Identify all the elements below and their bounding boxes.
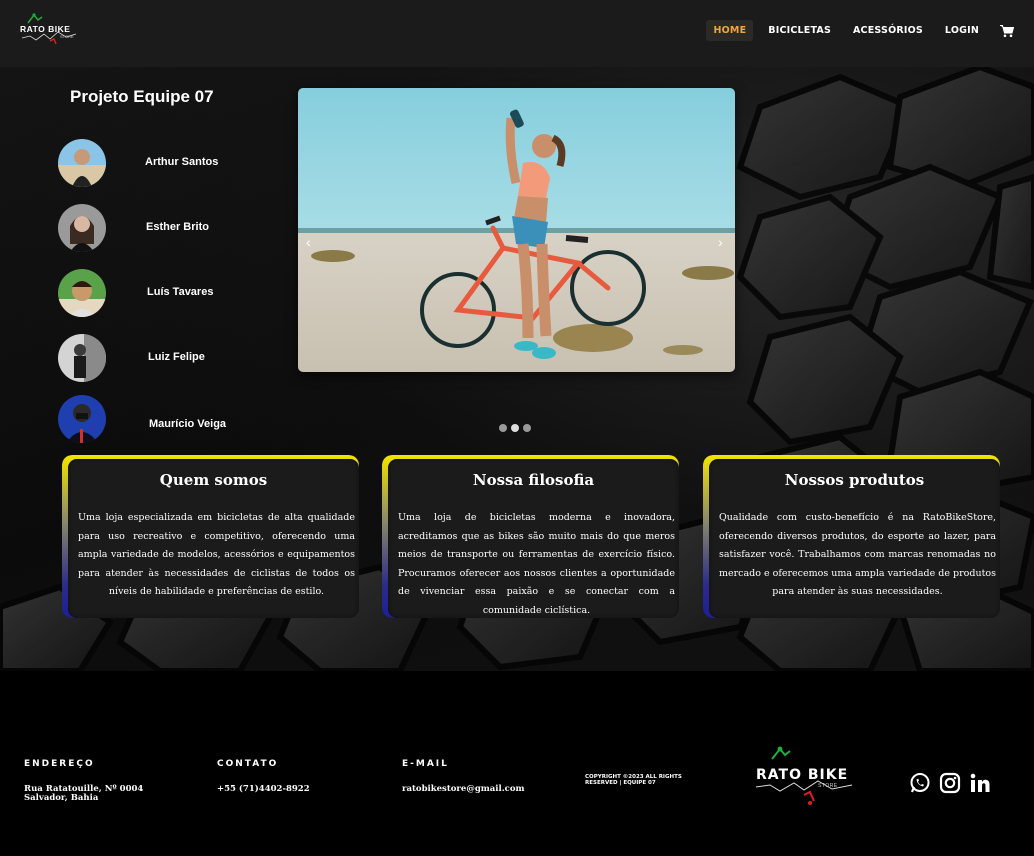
footer-logo-text: RATO BIKE (756, 767, 849, 783)
avatar (58, 139, 106, 187)
footer-address-heading: ENDEREÇO (24, 759, 95, 769)
footer-logo[interactable]: RATO BIKE STORE (752, 745, 858, 809)
member-name: Maurício Veiga (149, 418, 227, 430)
footer-logo-subtext: STORE (818, 783, 838, 789)
footer: ENDEREÇO Rua Ratatouille, Nº 0004 Salvad… (0, 671, 1034, 856)
member-name: Luís Tavares (147, 286, 214, 298)
footer-copyright: COPYRIGHT ©2023 ALL RIGHTS RESERVED | EQ… (585, 774, 682, 786)
card-text: Qualidade com custo-benefício é na RatoB… (719, 512, 996, 598)
info-card-quem-somos: Quem somos Uma loja especializada em bic… (62, 455, 359, 618)
footer-address: Rua Ratatouille, Nº 0004 Salvador, Bahia (24, 785, 143, 803)
avatar (58, 334, 106, 382)
card-text: Uma loja especializada em bicicletas de … (78, 512, 355, 598)
team-member: Esther Brito (58, 204, 248, 252)
avatar (58, 269, 106, 317)
footer-email-heading: E-MAIL (402, 759, 449, 769)
linkedin-icon[interactable] (969, 772, 991, 794)
footer-contact-heading: CONTATO (217, 759, 279, 769)
header-logo-subtext: STORE (60, 34, 74, 39)
avatar (58, 204, 106, 252)
card-title: Nossa filosofia (472, 471, 595, 489)
main-nav: HOME BICICLETAS ACESSÓRIOS LOGIN (698, 20, 1014, 41)
cart-icon[interactable] (1000, 24, 1014, 38)
team-member: Maurício Veiga (58, 395, 248, 443)
header-logo-text: RATO BIKE (20, 24, 71, 34)
member-name: Arthur Santos (145, 156, 219, 168)
card-title: Quem somos (159, 471, 268, 489)
member-name: Esther Brito (146, 221, 209, 233)
carousel-indicators (499, 424, 531, 432)
carousel-prev-button[interactable]: ‹ (306, 234, 311, 250)
whatsapp-icon[interactable] (909, 772, 931, 794)
member-name: Luiz Felipe (148, 351, 205, 363)
carousel-indicator[interactable] (511, 424, 519, 432)
team-title: Projeto Equipe 07 (70, 87, 214, 106)
info-card-nossos-produtos: Nossos produtos Qualidade com custo-bene… (703, 455, 1000, 618)
hero-section: Projeto Equipe 07 Arthur Santos Esther B… (0, 67, 1034, 671)
footer-address-line2: Salvador, Bahia (24, 793, 99, 803)
footer-email[interactable]: ratobikestore@gmail.com (402, 785, 525, 794)
navbar: RATO BIKE STORE HOME BICICLETAS ACESSÓRI… (0, 0, 1034, 67)
image-carousel[interactable]: ‹ › (298, 88, 735, 372)
nav-acessorios[interactable]: ACESSÓRIOS (846, 20, 930, 41)
card-title: Nossos produtos (784, 471, 925, 489)
info-card-nossa-filosofia: Nossa filosofia Uma loja de bicicletas m… (382, 455, 679, 618)
carousel-next-button[interactable]: › (718, 234, 723, 250)
instagram-icon[interactable] (939, 772, 961, 794)
team-member: Luís Tavares (58, 269, 248, 317)
team-member: Arthur Santos (58, 139, 248, 187)
header-logo[interactable]: RATO BIKE STORE (20, 12, 80, 48)
nav-home[interactable]: HOME (706, 20, 754, 41)
team-member: Luiz Felipe (58, 334, 248, 382)
nav-bicicletas[interactable]: BICICLETAS (761, 20, 838, 41)
carousel-indicator[interactable] (523, 424, 531, 432)
avatar (58, 395, 106, 443)
carousel-slide-image (298, 88, 735, 372)
nav-login[interactable]: LOGIN (938, 20, 986, 41)
card-text: Uma loja de bicicletas moderna e inovado… (398, 512, 675, 616)
carousel-indicator[interactable] (499, 424, 507, 432)
footer-phone[interactable]: +55 (71)4402-8922 (217, 785, 310, 794)
